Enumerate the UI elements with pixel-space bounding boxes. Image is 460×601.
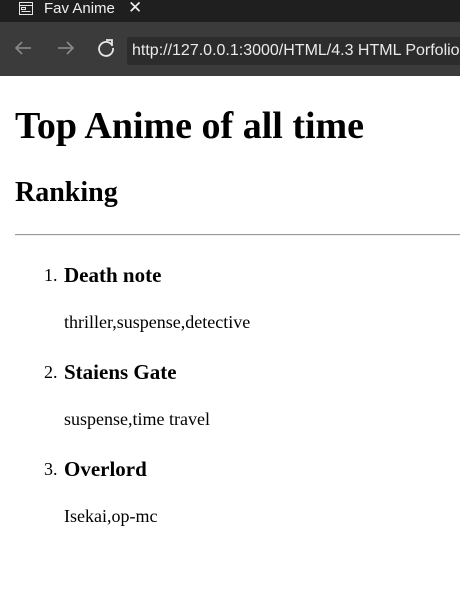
- list-item: 2. Staiens Gate suspense,time travel: [0, 359, 460, 449]
- list-item-genres: thriller,suspense,detective: [64, 312, 251, 332]
- reload-icon[interactable]: [94, 36, 118, 60]
- url-text: http://127.0.0.1:3000/HTML/4.3 HTML Porf…: [132, 42, 460, 59]
- browser-toolbar: http://127.0.0.1:3000/HTML/4.3 HTML Porf…: [0, 22, 460, 76]
- list-item-number: 3.: [44, 459, 58, 479]
- tab-bar: Fav Anime ✕: [0, 0, 460, 22]
- tab-title: Fav Anime: [44, 0, 115, 17]
- page-title: Top Anime of all time: [15, 105, 365, 147]
- list-item-genres: suspense,time travel: [64, 409, 210, 429]
- forward-arrow-icon[interactable]: [53, 36, 77, 60]
- list-item-genres: Isekai,op-mc: [64, 506, 158, 526]
- list-item-number: 1.: [44, 265, 58, 285]
- back-arrow-icon[interactable]: [12, 36, 36, 60]
- page-icon: [19, 2, 33, 15]
- page-content: Top Anime of all time Ranking 1. Death n…: [0, 76, 460, 601]
- list-item: 3. Overlord Isekai,op-mc: [0, 456, 460, 546]
- list-item: 1. Death note thriller,suspense,detectiv…: [0, 262, 460, 352]
- list-item-title: Staiens Gate: [64, 360, 177, 384]
- close-icon[interactable]: ✕: [128, 0, 142, 17]
- list-item-title: Overlord: [64, 457, 147, 481]
- browser-window: Fav Anime ✕ http://127.0.0.1:3000/HTML/4…: [0, 0, 460, 601]
- list-item-number: 2.: [44, 362, 58, 382]
- tab-fav-anime[interactable]: Fav Anime ✕: [0, 0, 160, 22]
- list-item-title: Death note: [64, 263, 162, 287]
- section-heading-ranking: Ranking: [15, 177, 118, 208]
- horizontal-divider: [15, 234, 460, 236]
- address-bar[interactable]: http://127.0.0.1:3000/HTML/4.3 HTML Porf…: [127, 37, 460, 65]
